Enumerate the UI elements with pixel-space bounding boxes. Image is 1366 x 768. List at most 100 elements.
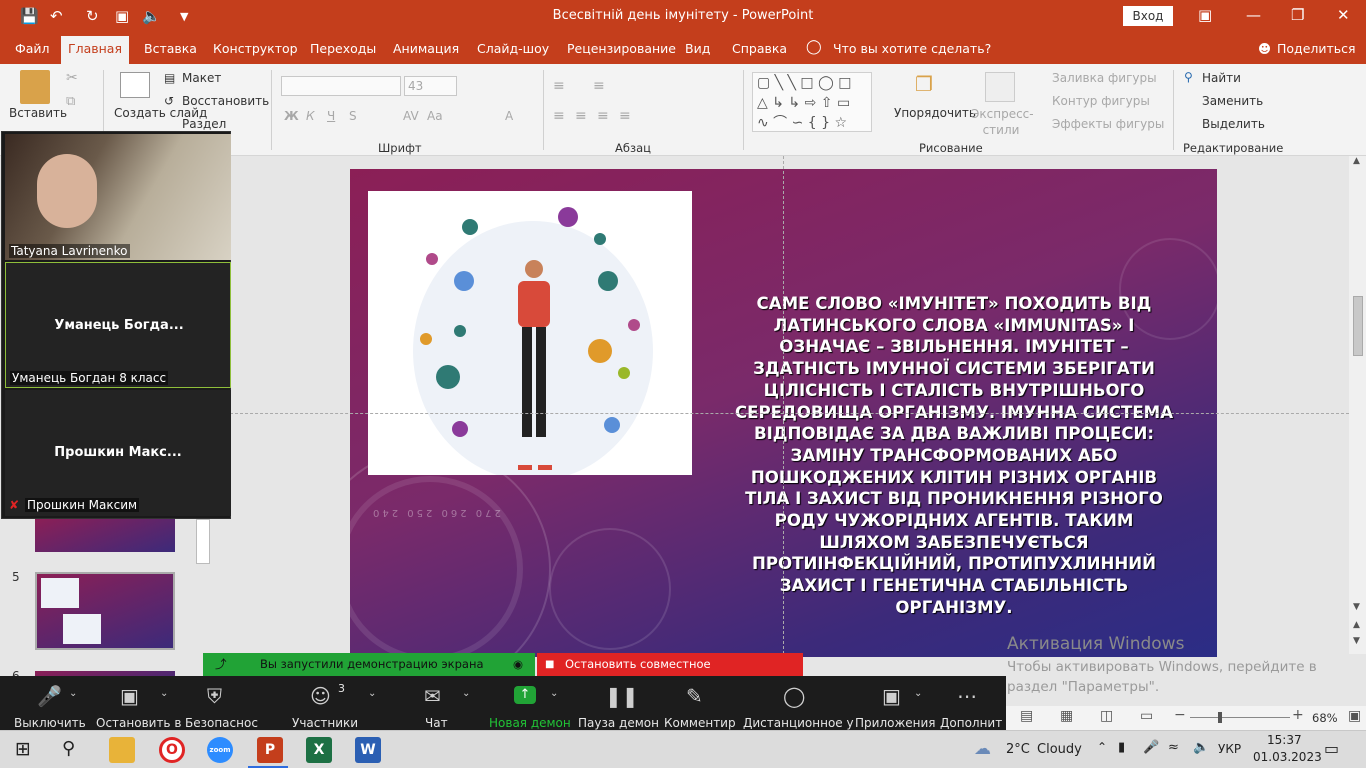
volume-icon[interactable]: 🔈 xyxy=(1193,740,1209,755)
participant-video-tile[interactable]: Tatyana Lavrinenko xyxy=(5,134,231,260)
chat-chevron-icon[interactable]: ⌄ xyxy=(462,688,470,699)
minimize-icon[interactable]: — xyxy=(1246,6,1261,24)
shapes-gallery[interactable]: ▢ ╲ ╲ □ ◯ □ △ ↳ ↳ ⇨ ⇧ ▭ ∿ ⌒ ∽ { } ☆ xyxy=(752,72,872,132)
clock-date[interactable]: 01.03.2023 xyxy=(1253,750,1322,764)
zoom-app-icon[interactable]: zoom xyxy=(207,737,233,763)
microphone-tray-icon[interactable]: 🎤 xyxy=(1143,740,1159,755)
wifi-icon[interactable]: ≈ xyxy=(1168,740,1179,755)
reset-button[interactable]: Восстановить xyxy=(182,94,269,108)
tab-view[interactable]: Вид xyxy=(685,41,710,56)
share-status-bar[interactable]: ⤴ Вы запустили демонстрацию экрана ◉ xyxy=(203,653,535,676)
more-button[interactable]: Дополнит xyxy=(940,716,1002,730)
slide-immunity-illustration[interactable] xyxy=(368,191,692,481)
new-share-button[interactable]: Новая демон xyxy=(489,716,571,730)
section-button[interactable]: Раздел xyxy=(182,117,226,131)
participant-tile[interactable]: Прошкин Макс... ✘ Прошкин Максим xyxy=(5,390,231,516)
font-name-dropdown[interactable] xyxy=(281,76,401,96)
video-options-chevron-icon[interactable]: ⌄ xyxy=(160,688,168,699)
tab-review[interactable]: Рецензирование xyxy=(567,41,676,56)
tab-help[interactable]: Справка xyxy=(732,41,787,56)
align-left-icon[interactable]: ≡ xyxy=(553,108,565,124)
tab-animations[interactable]: Анимация xyxy=(393,41,459,56)
apps-icon[interactable]: ▣ xyxy=(882,684,901,708)
excel-icon[interactable]: X xyxy=(306,737,332,763)
stop-share-button[interactable]: ■ Остановить совместное использование xyxy=(537,653,803,694)
find-button[interactable]: Найти xyxy=(1202,71,1241,85)
file-explorer-icon[interactable] xyxy=(109,737,135,763)
cut-icon[interactable]: ✂ xyxy=(66,70,78,86)
shape-outline-button[interactable]: Контур фигуры xyxy=(1052,94,1150,108)
align-center-icon[interactable]: ≡ xyxy=(575,108,587,124)
close-icon[interactable]: ✕ xyxy=(1337,6,1350,24)
vertical-scrollbar[interactable]: ▲ ▼ ▲ ▼ xyxy=(1349,156,1366,654)
share-options-chevron-icon[interactable]: ⌄ xyxy=(550,688,558,699)
paste-button[interactable]: Вставить xyxy=(9,106,67,120)
tab-insert[interactable]: Вставка xyxy=(144,41,197,56)
annotate-pen-icon[interactable]: ✎ xyxy=(686,684,703,708)
italic-icon[interactable]: К xyxy=(306,109,315,123)
tell-me-search[interactable]: Что вы хотите сделать? xyxy=(833,41,991,56)
powerpoint-icon[interactable]: P xyxy=(257,737,283,763)
strikethrough-icon[interactable]: S xyxy=(349,109,357,123)
pause-share-icon[interactable]: ❚❚ xyxy=(605,684,639,708)
new-slide-icon[interactable] xyxy=(120,72,150,98)
zoom-level[interactable]: 68% xyxy=(1312,711,1338,725)
microphone-icon[interactable]: 🎤 xyxy=(37,684,62,708)
security-shield-icon[interactable]: ⛨ xyxy=(207,684,222,708)
underline-icon[interactable]: Ч xyxy=(327,109,335,123)
fit-to-window-icon[interactable]: ▣ xyxy=(1348,708,1361,724)
replace-button[interactable]: Заменить xyxy=(1202,94,1263,108)
windows-start-icon[interactable]: ⊞ xyxy=(15,738,31,760)
slide-sorter-icon[interactable]: ▦ xyxy=(1060,708,1073,724)
tab-transitions[interactable]: Переходы xyxy=(310,41,376,56)
tab-design[interactable]: Конструктор xyxy=(213,41,298,56)
next-slide-icon[interactable]: ▼ xyxy=(1353,636,1360,646)
participant-tile[interactable]: Уманець Богда... Уманець Богдан 8 класс xyxy=(5,262,231,388)
shape-fill-button[interactable]: Заливка фигуры xyxy=(1052,71,1157,85)
slideshow-view-icon[interactable]: ▭ xyxy=(1140,708,1153,724)
slide-body-text[interactable]: САМЕ СЛОВО «ІМУНІТЕТ» ПОХОДИТЬ ВІД ЛАТИН… xyxy=(728,293,1180,619)
thumbnails-scrollbar[interactable] xyxy=(196,519,210,564)
copy-icon[interactable]: ⧉ xyxy=(66,94,75,109)
zoom-slider-thumb[interactable] xyxy=(1218,712,1222,723)
justify-icon[interactable]: ≡ xyxy=(619,108,631,124)
notifications-icon[interactable]: ▭ xyxy=(1324,739,1339,758)
font-color-icon[interactable]: A xyxy=(505,109,513,123)
audio-options-chevron-icon[interactable]: ⌄ xyxy=(69,688,77,699)
new-share-icon[interactable]: ↑ xyxy=(514,686,536,704)
apps-button[interactable]: Приложения xyxy=(855,716,936,730)
paste-icon[interactable] xyxy=(20,70,50,104)
reading-view-icon[interactable]: ◫ xyxy=(1100,708,1113,724)
word-icon[interactable]: W xyxy=(355,737,381,763)
login-button[interactable]: Вход xyxy=(1123,6,1173,26)
opera-icon[interactable]: O xyxy=(159,737,185,763)
participants-chevron-icon[interactable]: ⌄ xyxy=(368,688,376,699)
numbering-icon[interactable]: ≡ xyxy=(593,78,605,94)
video-camera-icon[interactable]: ▣ xyxy=(120,684,139,708)
zoom-out-icon[interactable]: − xyxy=(1174,707,1186,723)
quick-styles-button[interactable]: Экспресс-стили xyxy=(971,106,1034,138)
tab-file[interactable]: Файл xyxy=(15,41,50,56)
cloudy-weather-icon[interactable]: ☁ xyxy=(974,739,991,759)
maximize-icon[interactable]: ❐ xyxy=(1291,6,1304,24)
more-options-icon[interactable]: ⋯ xyxy=(957,684,977,708)
zoom-slider[interactable] xyxy=(1190,717,1290,718)
remote-control-button[interactable]: Дистанционное у xyxy=(743,716,854,730)
weather-text[interactable]: Cloudy xyxy=(1037,742,1082,757)
chat-button[interactable]: Чат xyxy=(425,716,448,730)
layout-button[interactable]: Макет xyxy=(182,71,221,85)
ribbon-display-options-icon[interactable]: ▣ xyxy=(1198,6,1212,24)
change-case-icon[interactable]: Aa xyxy=(427,109,443,123)
remote-control-mouse-icon[interactable]: ◯ xyxy=(783,684,805,708)
security-button[interactable]: Безопаснос xyxy=(185,716,258,730)
previous-slide-icon[interactable]: ▲ xyxy=(1353,620,1360,630)
clock-time[interactable]: 15:37 xyxy=(1267,733,1302,747)
annotate-button[interactable]: Комментир xyxy=(664,716,736,730)
align-right-icon[interactable]: ≡ xyxy=(597,108,609,124)
scroll-up-icon[interactable]: ▲ xyxy=(1353,156,1360,166)
tab-home[interactable]: Главная xyxy=(61,36,129,64)
bold-icon[interactable]: Ж xyxy=(284,109,299,123)
zoom-in-icon[interactable]: + xyxy=(1292,707,1304,723)
font-size-dropdown[interactable]: 43 xyxy=(404,76,457,96)
select-button[interactable]: Выделить xyxy=(1202,117,1265,131)
